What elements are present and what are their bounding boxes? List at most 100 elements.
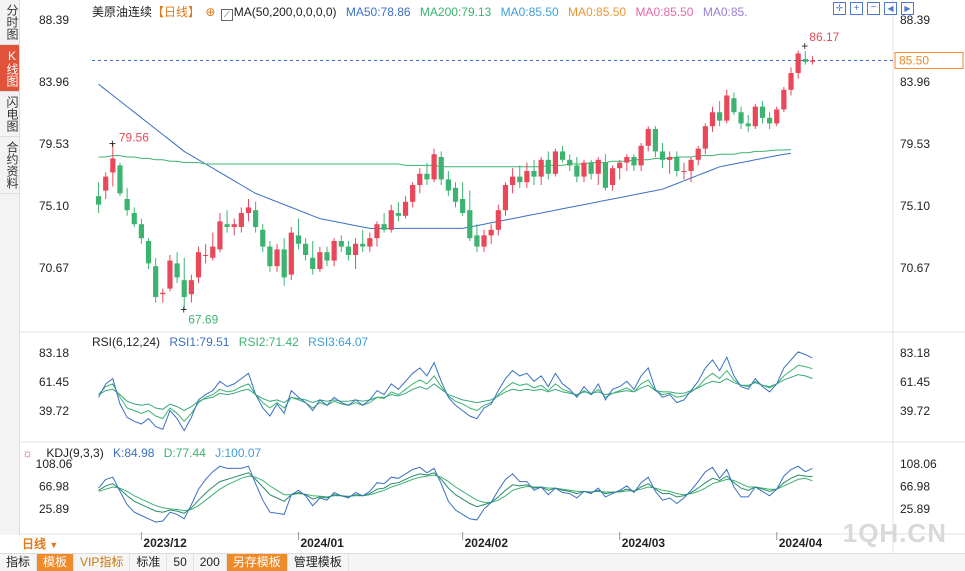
rsi-tick-left: 61.45 <box>39 375 69 389</box>
candle-body <box>445 179 451 191</box>
bottom-bar-button-0[interactable]: 指标 <box>0 554 38 571</box>
last-price-tag-text: 85.50 <box>899 53 929 67</box>
candle-body <box>795 53 801 74</box>
price-tick-left: 79.53 <box>39 137 69 151</box>
candle-body <box>117 165 123 194</box>
candle-body <box>281 249 287 278</box>
candle-body <box>231 224 237 227</box>
candle-body <box>774 109 780 124</box>
price-tick-left: 75.10 <box>39 199 69 213</box>
candle-body <box>395 212 401 216</box>
rsi3-value: RSI3:64.07 <box>308 335 369 349</box>
candle-body <box>324 252 330 261</box>
bottom-bar-button-6[interactable]: 另存模板 <box>226 554 288 571</box>
legend-ma-params: MA(50,200,0,0,0,0) <box>233 5 337 19</box>
candle-body <box>424 173 430 180</box>
candle-body <box>788 73 794 90</box>
rsi-tick-right: 39.72 <box>900 404 930 418</box>
candle-body <box>781 89 787 110</box>
bottom-bar-button-7[interactable]: 管理模板 <box>288 554 349 571</box>
kdj-d-value: D:77.44 <box>163 446 206 460</box>
candle-body <box>495 210 501 230</box>
x-tick-label: 2024/01 <box>300 536 344 550</box>
candle-body <box>288 232 294 275</box>
candle-body <box>752 106 758 127</box>
candle-body <box>667 157 673 160</box>
kdj-tick-left: 66.98 <box>39 479 69 493</box>
candle-body <box>645 129 651 146</box>
candle-body <box>452 187 459 202</box>
candle-body <box>538 159 544 177</box>
zoom-in-icon[interactable]: + <box>850 2 863 15</box>
kdj-legend: ☼ KDJ(9,3,3) K:84.98 D:77.44 J:100.07 <box>22 446 267 460</box>
legend-ma200: MA200:79.13 <box>419 5 492 19</box>
candle-body <box>417 173 423 186</box>
candle-body <box>759 106 766 118</box>
candle-body <box>260 229 266 247</box>
bottom-bar-button-2[interactable]: VIP指标 <box>74 554 131 571</box>
candle-body <box>267 246 273 267</box>
price-tick-left: 70.67 <box>39 261 69 275</box>
legend-ma-b: MA0:85.50 <box>568 5 627 19</box>
zoom-out-icon[interactable]: − <box>867 2 880 15</box>
candle-body <box>188 280 194 295</box>
price-tick-right: 79.53 <box>900 137 930 151</box>
rsi-params: RSI(6,12,24) <box>92 335 161 349</box>
candle-body <box>717 112 723 121</box>
candle-body <box>331 240 337 261</box>
crosshair-tool-icon[interactable]: ✛ <box>833 2 846 15</box>
low-annotation: 67.69 <box>188 313 218 327</box>
candle-body <box>517 176 523 183</box>
bottom-toolbar: 指标 模板 VIP指标 标准 50 200 另存模板 管理模板 <box>0 553 965 571</box>
candle-body <box>274 249 280 267</box>
candle-body <box>388 210 394 230</box>
chart-tools: ✛ + − ◀ ▶ <box>833 2 914 15</box>
x-tick-label: 2024/03 <box>622 536 666 550</box>
kdj-settings-icon[interactable]: ☼ <box>22 446 33 460</box>
x-tick-label: 2024/02 <box>465 536 509 550</box>
bottom-bar-button-3[interactable]: 标准 <box>130 554 168 571</box>
bottom-bar-button-5[interactable]: 200 <box>194 554 227 571</box>
period-label[interactable]: 日线 ▼ <box>22 536 58 552</box>
candle-body <box>217 221 223 250</box>
candle-body <box>802 59 808 62</box>
bottom-bar-button-1[interactable]: 模板 <box>37 554 75 571</box>
candle-body <box>574 165 580 177</box>
candle-body <box>524 171 530 183</box>
bottom-bar-button-4[interactable]: 50 <box>167 554 194 571</box>
candle-body <box>245 207 252 213</box>
kdj-tick-left: 25.89 <box>39 502 69 516</box>
period-label-text: 日线 <box>22 537 47 551</box>
candle-body <box>531 171 537 177</box>
candle-body <box>124 199 130 211</box>
candle-body <box>145 240 152 264</box>
candle-body <box>502 185 509 211</box>
high-annotation: 86.17 <box>809 30 839 44</box>
candle-body <box>460 199 466 213</box>
ma-param-icon[interactable]: ⟋ <box>220 9 233 21</box>
candle-body <box>160 292 166 295</box>
candle-body <box>367 238 373 247</box>
candle-body <box>438 157 444 180</box>
candle-body <box>609 168 616 186</box>
candle-body <box>567 159 573 166</box>
kdj-tick-right: 108.06 <box>900 457 937 471</box>
kdj-tick-right: 66.98 <box>900 479 930 493</box>
high-marker: + <box>801 39 808 53</box>
rsi-tick-left: 39.72 <box>39 404 69 418</box>
chart-canvas: 88.39 88.39 83.96 83.96 79.53 79.53 75.10 75.10… <box>20 0 965 553</box>
move-right-icon[interactable]: ▶ <box>901 2 914 15</box>
x-tick-label: 2024/04 <box>779 536 823 550</box>
candle-body <box>138 224 145 239</box>
move-left-icon[interactable]: ◀ <box>884 2 897 15</box>
candle-body <box>695 148 701 160</box>
legend-ma-a: MA0:85.50 <box>500 5 559 19</box>
rsi-tick-right: 83.18 <box>900 346 930 360</box>
candle-body <box>95 196 102 205</box>
chevron-down-icon: ▼ <box>49 540 59 550</box>
rsi2-line <box>98 364 813 423</box>
candle-body <box>809 60 816 62</box>
add-indicator-icon[interactable]: ⊕ <box>205 5 215 19</box>
kdj-tick-right: 25.89 <box>900 502 930 516</box>
candle-body <box>766 117 773 124</box>
